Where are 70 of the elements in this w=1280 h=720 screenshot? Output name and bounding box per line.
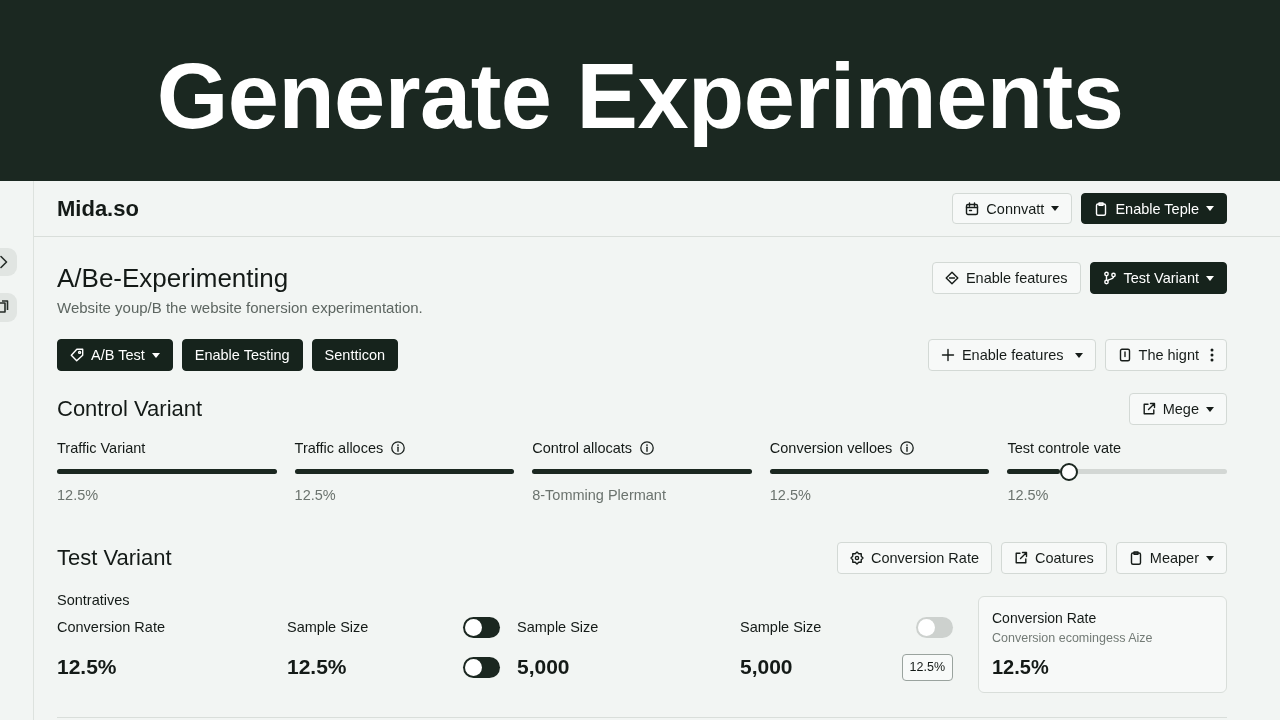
toggle-switch[interactable] (463, 656, 500, 678)
slider-label: Test controle vate (1007, 439, 1122, 458)
more-icon (1210, 348, 1214, 362)
metric-label: Sample Size (517, 619, 599, 635)
page-subtitle: Website youp/B the website fonersion experimentation. (57, 298, 423, 318)
metric-value: 5,000 (740, 655, 793, 679)
caret-icon (1206, 406, 1214, 412)
diamond-icon (944, 271, 959, 285)
dropdown-button[interactable]: Mege (1128, 393, 1227, 425)
banner-title: Generate Experiments (156, 43, 1124, 148)
slider-value: 8-Tomming Plermant (532, 486, 666, 505)
clipboard-icon (1128, 551, 1143, 565)
clipboard-icon (1094, 201, 1109, 216)
value-badge: 12.5% (901, 653, 953, 681)
chevron-right-icon[interactable] (0, 248, 17, 276)
brand-name: Mida.so (57, 195, 139, 222)
metric-value: 12.5% (57, 655, 117, 679)
section-title: Test Variant (57, 544, 172, 572)
group-label: Sontratives (57, 591, 130, 610)
metric-value: 5,000 (517, 655, 570, 679)
slider-value: 12.5% (57, 486, 99, 505)
slider-label: Traffic alloces (294, 439, 384, 458)
caret-icon (1206, 275, 1214, 281)
branch-icon (1102, 271, 1117, 285)
card-value: 12.5% (992, 655, 1049, 680)
caret-icon (1206, 555, 1214, 561)
slider-value: 12.5% (294, 486, 336, 505)
progress-track[interactable] (57, 469, 277, 474)
page-title: A/Be-Experimenting (57, 262, 290, 294)
action-button[interactable]: Coatures (1001, 542, 1107, 574)
dropdown-button[interactable]: Connvatt (952, 193, 1073, 224)
slider-label: Conversion velloes (769, 439, 893, 458)
plus-icon (940, 348, 955, 362)
action-button[interactable]: Sentticon (311, 339, 399, 371)
caret-icon (1206, 206, 1214, 211)
slider-handle[interactable] (1059, 462, 1078, 481)
card-subtitle: Conversion ecomingess Aize (992, 630, 1153, 647)
slider-value: 12.5% (1007, 486, 1049, 505)
calendar-icon (965, 201, 980, 216)
dropdown-button[interactable]: Enable Teple (1081, 193, 1227, 224)
action-button[interactable]: Enable features (931, 262, 1081, 294)
section-title: Control Variant (57, 395, 203, 423)
toggle-switch[interactable] (463, 616, 500, 638)
caret-icon (1074, 352, 1083, 358)
caret-icon (1051, 206, 1060, 211)
slider-value: 12.5% (769, 486, 811, 505)
metric-label: Conversion Rate (57, 619, 165, 635)
dropdown-button[interactable]: Enable features (927, 339, 1096, 371)
action-button[interactable]: The hignt (1104, 339, 1227, 371)
slider-label: Traffic Variant (57, 439, 146, 458)
copy-icon[interactable] (0, 293, 17, 322)
progress-track[interactable] (769, 469, 990, 474)
action-button[interactable]: Conversion Rate (837, 542, 992, 574)
progress-track[interactable] (294, 469, 515, 474)
metric-value: 12.5% (287, 655, 347, 679)
external-link-icon (1141, 402, 1156, 416)
metric-label: Sample Size (287, 619, 369, 635)
gear-icon (850, 551, 864, 565)
external-link-icon (1014, 551, 1028, 565)
caret-icon (151, 352, 160, 358)
dropdown-button[interactable]: A/B Test (57, 339, 173, 371)
dropdown-button[interactable]: Test Variant (1089, 262, 1227, 294)
metric-label: Sample Size (740, 619, 822, 635)
slider-label: Control allocats (532, 439, 633, 458)
card-title: Conversion Rate (992, 609, 1097, 627)
progress-track[interactable] (532, 469, 752, 474)
tag-icon (70, 348, 84, 362)
action-button[interactable]: Enable Testing (181, 339, 303, 371)
dropdown-button[interactable]: Meaper (1115, 542, 1227, 574)
panel-icon (1117, 348, 1132, 362)
